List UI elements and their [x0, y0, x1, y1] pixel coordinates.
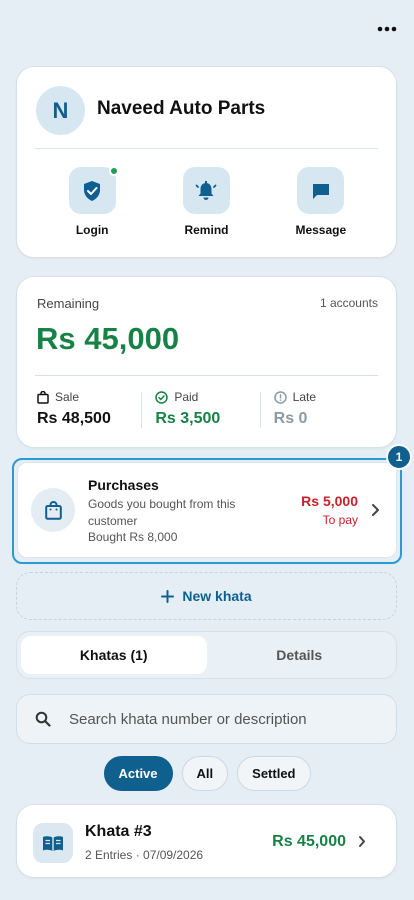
filter-active[interactable]: Active: [103, 756, 173, 791]
accounts-count: 1 accounts: [319, 296, 378, 310]
customer-header-card: N Naveed Auto Parts Login Remind Message: [16, 66, 397, 258]
remaining-amount: Rs 45,000: [36, 321, 180, 356]
search-icon: [35, 711, 51, 727]
divider: [35, 375, 378, 376]
paid-value: Rs 3,500: [155, 410, 221, 427]
chevron-right-icon: [372, 504, 379, 516]
login-action-button[interactable]: Login: [47, 166, 137, 237]
purchases-status: To pay: [322, 513, 358, 527]
filter-settled[interactable]: Settled: [237, 756, 311, 791]
avatar: N: [36, 86, 85, 135]
check-circle-icon: [155, 390, 169, 404]
balance-summary-card: Remaining 1 accounts Rs 45,000 Sale Rs 4…: [16, 276, 397, 448]
paid-stat: Paid Rs 3,500: [141, 390, 259, 428]
remind-label: Remind: [184, 223, 229, 237]
khata-icon-tile: [33, 823, 73, 863]
shopping-bag-icon: [44, 500, 62, 520]
chevron-right-icon: [359, 836, 365, 847]
more-horizontal-icon: [377, 26, 397, 32]
filter-chips: Active All Settled: [0, 756, 414, 791]
message-action-tile[interactable]: [297, 167, 345, 214]
bell-icon: [196, 180, 217, 200]
shield-check-icon: [84, 180, 101, 201]
purchases-row[interactable]: Purchases Goods you bought from this cus…: [17, 462, 397, 558]
quick-actions: Login Remind Message: [17, 166, 396, 237]
sale-stat: Sale Rs 48,500: [37, 390, 141, 428]
tab-khatas[interactable]: Khatas (1): [21, 636, 207, 674]
divider: [35, 148, 378, 149]
khata-row[interactable]: Khata #3 2 Entries · 07/09/2026 Rs 45,00…: [16, 804, 397, 878]
purchases-amount: Rs 5,000: [301, 493, 358, 509]
remaining-label: Remaining: [37, 296, 100, 311]
purchases-icon-tile: [31, 488, 75, 532]
khata-meta: 2 Entries · 07/09/2026: [85, 848, 204, 862]
remind-action-button[interactable]: Remind: [161, 167, 251, 237]
login-action-tile[interactable]: [68, 166, 119, 214]
more-options-button[interactable]: [374, 18, 400, 40]
search-input[interactable]: [69, 710, 369, 728]
tab-details[interactable]: Details: [207, 636, 393, 674]
alert-circle-icon: [273, 390, 287, 404]
online-status-dot: [108, 166, 119, 176]
purchases-description: Goods you bought from this customer: [88, 497, 236, 528]
remind-action-tile[interactable]: [182, 167, 230, 214]
message-action-button[interactable]: Message: [276, 167, 366, 237]
sale-value: Rs 48,500: [37, 410, 111, 427]
search-bar[interactable]: [16, 694, 397, 744]
step-badge: 1: [386, 444, 412, 470]
tab-bar: Khatas (1) Details: [16, 631, 397, 679]
khata-amount: Rs 45,000: [272, 833, 346, 850]
new-khata-button[interactable]: New khata: [16, 572, 397, 620]
late-label: Late: [292, 390, 317, 404]
message-label: Message: [295, 223, 347, 237]
balance-stats: Sale Rs 48,500 Paid Rs 3,500 Late Rs 0: [37, 390, 378, 428]
book-open-icon: [43, 835, 63, 851]
paid-label: Paid: [174, 390, 199, 404]
new-khata-label: New khata: [182, 588, 252, 604]
sale-label: Sale: [55, 390, 80, 404]
late-stat: Late Rs 0: [259, 390, 378, 428]
message-icon: [312, 183, 329, 199]
filter-all[interactable]: All: [181, 756, 229, 791]
purchases-title: Purchases: [88, 477, 159, 493]
login-label: Login: [75, 223, 109, 237]
khata-title: Khata #3: [85, 823, 152, 840]
purchases-bought-total: Bought Rs 8,000: [88, 530, 178, 544]
late-value: Rs 0: [273, 410, 308, 427]
customer-name: Naveed Auto Parts: [97, 98, 266, 119]
shopping-bag-icon: [37, 390, 49, 404]
plus-icon: [161, 589, 175, 603]
